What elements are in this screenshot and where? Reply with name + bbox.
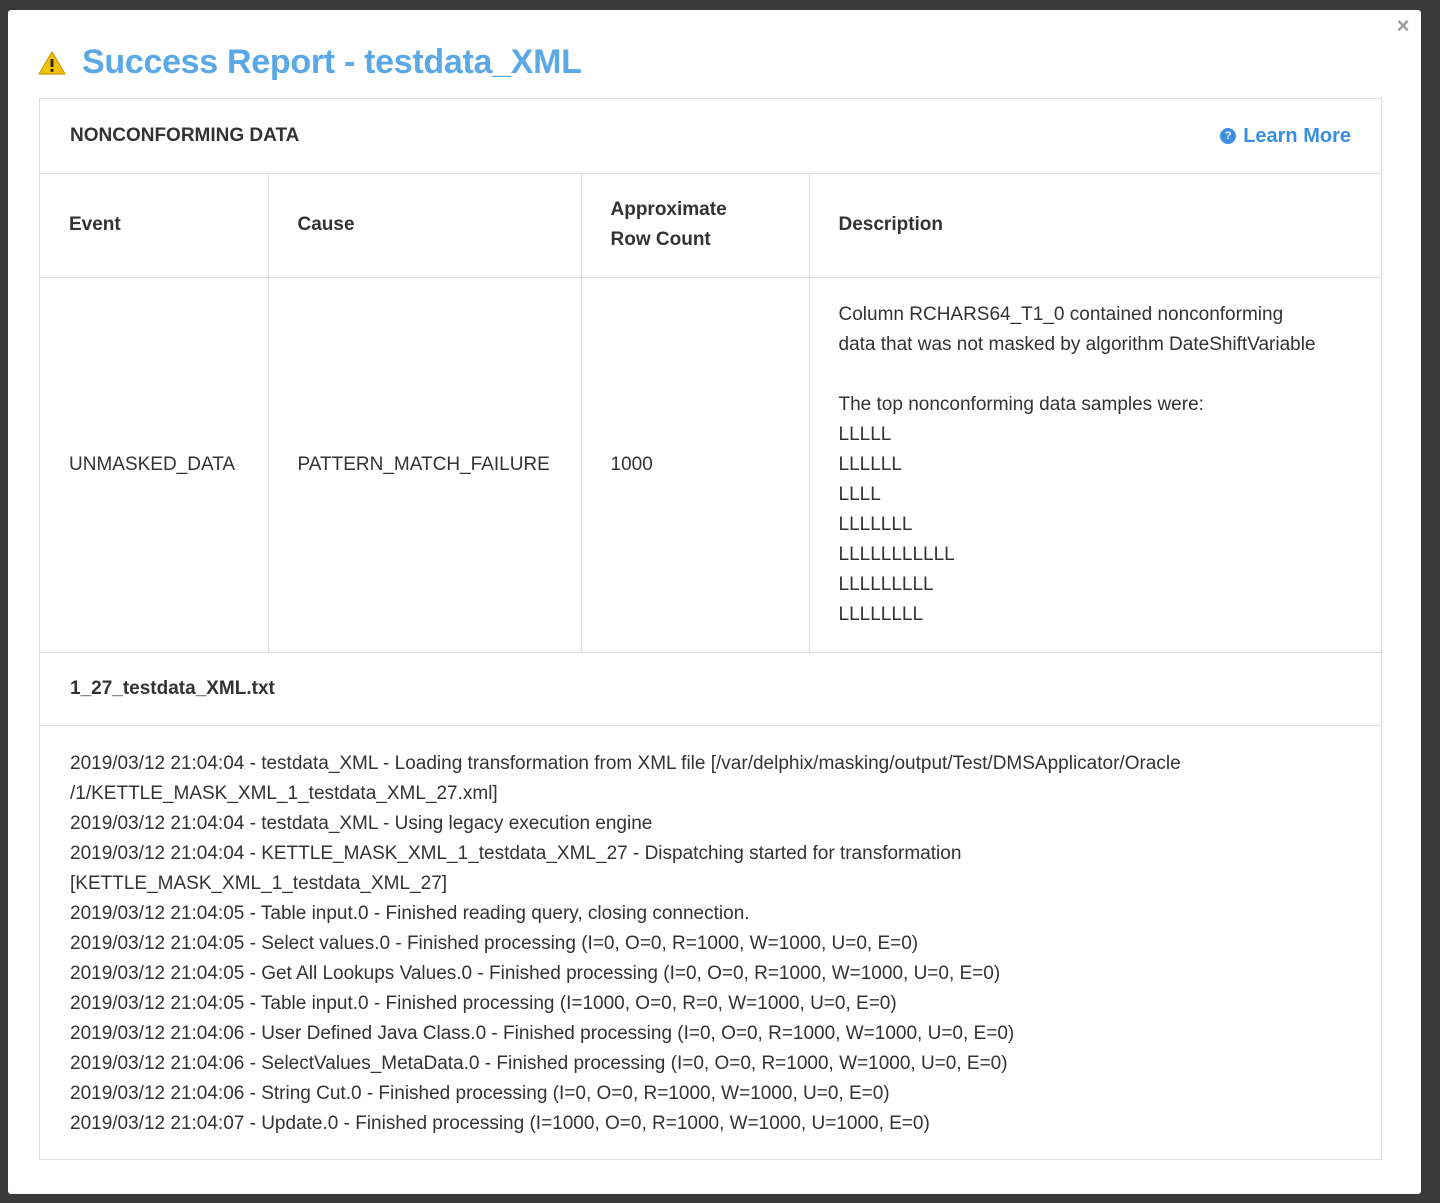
log-line: 2019/03/12 21:04:04 - testdata_XML - Loa… — [70, 752, 1181, 774]
log-line: 2019/03/12 21:04:05 - Table input.0 - Fi… — [70, 992, 897, 1014]
nonconforming-header: NONCONFORMING DATA ? Learn More — [40, 99, 1381, 174]
description-line: The top nonconforming data samples were: — [838, 393, 1204, 415]
log-output: 2019/03/12 21:04:04 - testdata_XML - Loa… — [40, 726, 1381, 1139]
column-header-description: Description — [809, 174, 1381, 278]
cell-row-count: 1000 — [581, 277, 810, 653]
log-line: 2019/03/12 21:04:06 - User Defined Java … — [70, 1022, 1015, 1044]
log-line: [KETTLE_MASK_XML_1_testdata_XML_27] — [70, 872, 448, 894]
log-line: 2019/03/12 21:04:04 - KETTLE_MASK_XML_1_… — [70, 842, 962, 864]
log-line: /1/KETTLE_MASK_XML_1_testdata_XML_27.xml… — [70, 782, 498, 804]
log-line: 2019/03/12 21:04:05 - Table input.0 - Fi… — [70, 902, 750, 924]
modal-title: Success Report - testdata_XML — [82, 43, 582, 81]
table-header-row: Event Cause Approximate Row Count Descri… — [40, 174, 1381, 278]
help-icon: ? — [1220, 128, 1237, 144]
log-line: 2019/03/12 21:04:06 - SelectValues_MetaD… — [70, 1052, 1008, 1074]
description-line: LLLL — [838, 483, 881, 505]
description-line: data that was not masked by algorithm Da… — [838, 333, 1316, 355]
description-text: Column RCHARS64_T1_0 contained nonconfor… — [839, 300, 1353, 630]
description-line: LLLLL — [838, 423, 892, 445]
cell-cause: PATTERN_MATCH_FAILURE — [268, 277, 582, 653]
log-line: 2019/03/12 21:04:05 - Select values.0 - … — [70, 932, 919, 954]
nonconforming-title: NONCONFORMING DATA — [70, 125, 300, 146]
modal-header: Success Report - testdata_XML — [38, 43, 582, 82]
description-line: LLLLLLLL — [838, 603, 924, 625]
log-line: 2019/03/12 21:04:07 - Update.0 - Finishe… — [70, 1112, 930, 1134]
report-panel: NONCONFORMING DATA ? Learn More Event Ca… — [39, 98, 1382, 1160]
column-header-row-count: Approximate Row Count — [581, 174, 810, 278]
column-header-row-count-label: Approximate Row Count — [610, 199, 727, 251]
nonconforming-table: Event Cause Approximate Row Count Descri… — [40, 174, 1381, 653]
log-file-name: 1_27_testdata_XML.txt — [40, 653, 1381, 726]
column-header-event: Event — [40, 174, 269, 278]
description-line: LLLLLLLLL — [838, 573, 934, 595]
cell-description: Column RCHARS64_T1_0 contained nonconfor… — [809, 277, 1381, 653]
description-line: LLLLLL — [838, 453, 902, 475]
learn-more-label: Learn More — [1243, 124, 1351, 147]
close-icon[interactable]: × — [1391, 13, 1415, 38]
log-line: 2019/03/12 21:04:05 - Get All Lookups Va… — [70, 962, 1001, 984]
description-line: Column RCHARS64_T1_0 contained nonconfor… — [838, 303, 1284, 325]
success-report-modal: × Success Report - testdata_XML NONCONFO… — [8, 10, 1421, 1194]
log-line: 2019/03/12 21:04:06 - String Cut.0 - Fin… — [70, 1082, 890, 1104]
warning-icon — [38, 50, 66, 75]
description-line: LLLLLLL — [838, 513, 913, 535]
description-line: LLLLLLLLLLL — [838, 543, 955, 565]
log-line: 2019/03/12 21:04:04 - testdata_XML - Usi… — [70, 812, 653, 834]
table-row: UNMASKED_DATA PATTERN_MATCH_FAILURE 1000… — [40, 277, 1381, 653]
learn-more-link[interactable]: ? Learn More — [1220, 125, 1351, 148]
cell-event: UNMASKED_DATA — [40, 277, 269, 653]
column-header-cause: Cause — [268, 174, 582, 278]
